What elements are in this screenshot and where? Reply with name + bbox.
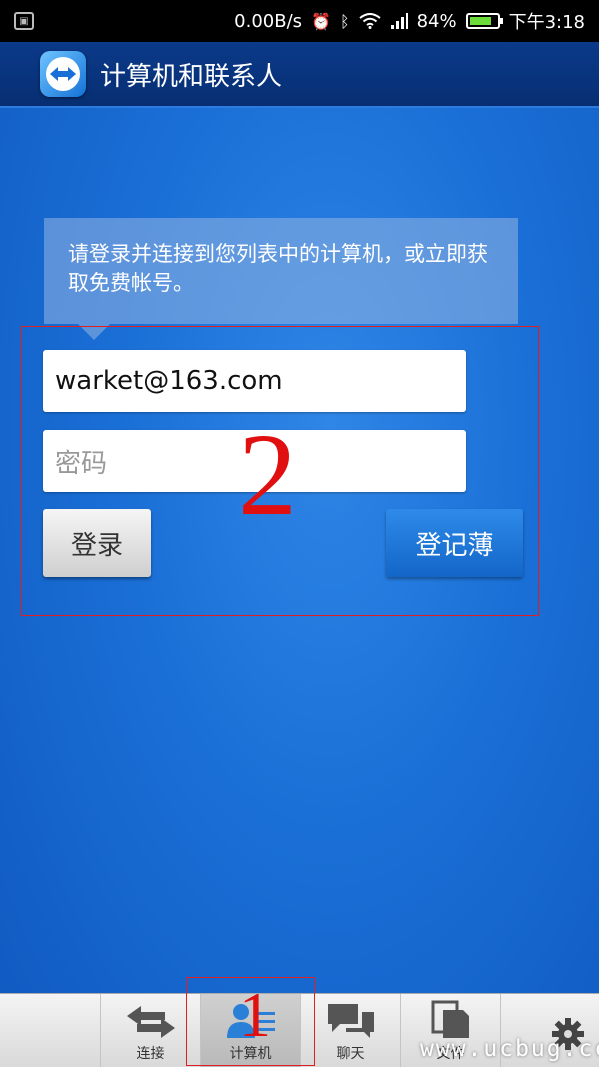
net-speed: 0.00B/s — [234, 10, 303, 32]
files-icon — [431, 1000, 469, 1038]
annotation-number-2: 2 — [238, 409, 297, 540]
tab-chat[interactable]: 聊天 — [300, 994, 400, 1067]
status-right: 0.00B/s ⏰ ᛒ 84% 下午3:18 — [234, 8, 585, 34]
notification-icon: ▣ — [14, 12, 34, 30]
wifi-icon — [358, 13, 381, 29]
tab-chat-label: 聊天 — [336, 1046, 365, 1062]
teamviewer-logo-icon[interactable] — [40, 51, 86, 97]
bluetooth-icon: ᛒ — [339, 11, 350, 31]
battery-icon — [465, 13, 503, 29]
annotation-number-1: 1 — [239, 979, 271, 1050]
chat-icon — [327, 1004, 374, 1038]
watermark: www.ucbug.cc — [420, 1036, 599, 1062]
signal-icon — [390, 13, 408, 29]
alarm-icon: ⏰ — [311, 11, 331, 31]
clock: 下午3:18 — [508, 12, 585, 33]
tab-connect[interactable]: 连接 — [100, 994, 200, 1067]
login-hint-text: 请登录并连接到您列表中的计算机，或立即获取免费帐号。 — [68, 242, 488, 295]
login-hint-bubble: 请登录并连接到您列表中的计算机，或立即获取免费帐号。 — [44, 218, 518, 324]
app-bar: 计算机和联系人 — [0, 42, 599, 108]
status-bar: ▣ 0.00B/s ⏰ ᛒ 84% 下午3:18 — [0, 0, 599, 42]
tab-connect-label: 连接 — [136, 1046, 165, 1062]
page-title: 计算机和联系人 — [100, 61, 283, 92]
arrows-icon — [126, 1006, 175, 1038]
battery-percent: 84% — [416, 10, 457, 32]
